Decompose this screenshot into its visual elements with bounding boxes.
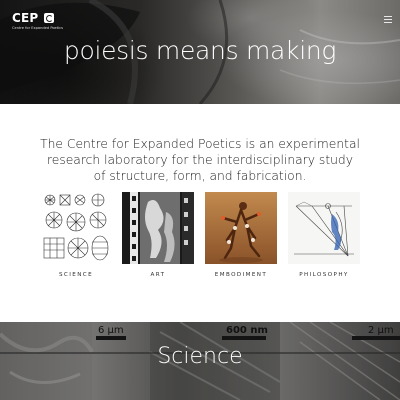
embodiment-figure-image [205,192,277,264]
category-card-art[interactable]: ART [122,192,194,288]
logo-mark-icon [44,13,54,23]
scale-label-2um: 2 µm [368,325,394,336]
hamburger-icon[interactable] [384,16,392,23]
scale-label-6um: 6 µm [98,325,124,336]
science-molecules-image [40,192,112,264]
scale-bar-600nm [222,336,266,340]
category-card-science[interactable]: SCIENCE [40,192,112,288]
category-label-embodiment: EMBODIMENT [214,272,268,278]
category-card-embodiment[interactable]: EMBODIMENT [205,192,277,288]
logo-wordmark: CEP [12,11,39,25]
science-section-title: Science [157,344,243,369]
philosophy-diagram-image [288,192,360,264]
scale-label-600nm: 600 nm [226,325,268,336]
category-label-science: SCIENCE [58,272,94,278]
category-label-art: ART [150,272,166,278]
hero-banner: CEP Centre for Expanded Poetics poiesis … [0,0,400,104]
category-grid: SCIENCE ART EMBODIMENT PHILOSOPHY [40,192,360,288]
scale-bar-6um [96,336,126,340]
art-film-still-image [122,192,194,264]
hero-title: poiesis means making [63,36,337,65]
logo[interactable]: CEP Centre for Expanded Poetics [12,11,64,34]
logo-subtitle: Centre for Expanded Poetics [12,26,64,30]
category-card-philosophy[interactable]: PHILOSOPHY [288,192,360,288]
scale-bar-2um [352,336,400,340]
intro-text: The Centre for Expanded Poetics is an ex… [40,137,360,183]
category-label-philosophy: PHILOSOPHY [299,272,349,278]
